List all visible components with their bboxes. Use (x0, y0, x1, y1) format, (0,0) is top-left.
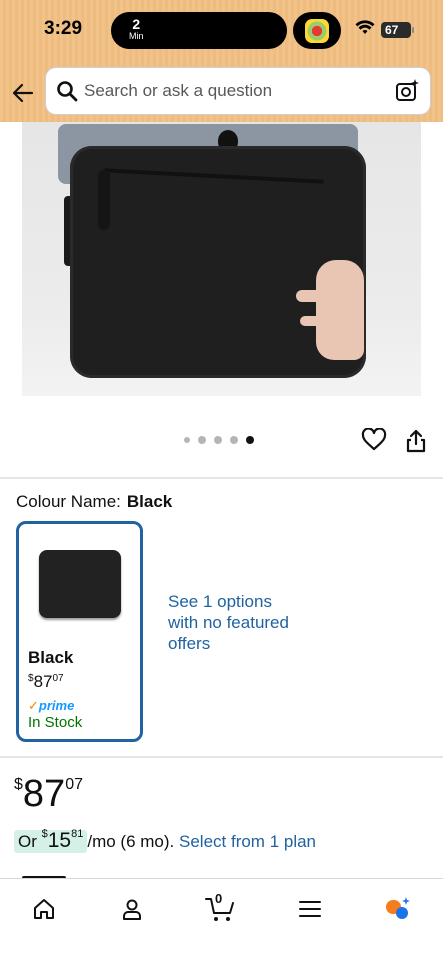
availability: In Stock (28, 714, 83, 731)
prime-check-icon: ✓ (28, 698, 39, 713)
pagination-dot[interactable] (184, 437, 190, 443)
heart-icon[interactable] (361, 428, 387, 452)
colour-selected: Black (126, 492, 173, 511)
account-icon (123, 899, 141, 920)
product-price: $8707 (14, 773, 83, 815)
cart-count: 0 (215, 891, 223, 906)
colour-name-row: Colour Name: Black (16, 492, 172, 512)
bottom-tab-bar: 0 (0, 878, 443, 960)
back-arrow-icon[interactable] (10, 80, 36, 106)
tab-rufus[interactable] (378, 889, 418, 929)
select-plan-link[interactable]: Select from 1 plan (179, 832, 316, 851)
live-activity-icon (293, 12, 341, 49)
image-pagination[interactable] (184, 436, 254, 444)
hand-graphic (296, 260, 364, 360)
pagination-dot-active[interactable] (246, 436, 254, 444)
swatch-name: Black (28, 648, 74, 667)
product-image[interactable] (22, 122, 421, 396)
swatch-price: $8707 (28, 672, 64, 691)
search-bar[interactable] (46, 68, 430, 114)
camera-lens-icon[interactable] (394, 78, 420, 104)
swatch-thumbnail (39, 550, 121, 618)
battery-indicator: 67 (381, 22, 414, 38)
status-time: 3:29 (44, 18, 83, 39)
wifi-icon (355, 20, 375, 34)
divider (0, 477, 443, 479)
timer-unit: Min (129, 31, 144, 41)
see-options-link[interactable]: See 1 options with no featured offers (168, 591, 298, 654)
colour-option-black[interactable]: Black $8707 ✓prime In Stock (16, 521, 143, 742)
tab-menu[interactable] (290, 889, 330, 929)
tab-account[interactable] (112, 889, 152, 929)
prime-badge: ✓prime (28, 698, 75, 713)
installment-amount: Or $1581 (14, 828, 88, 853)
pagination-dot[interactable] (230, 436, 238, 444)
tab-cart[interactable]: 0 (200, 889, 240, 929)
rufus-icon (386, 897, 410, 919)
dynamic-island: 2 Min (111, 12, 287, 49)
installment-row: Or $1581/mo (6 mo). Select from 1 plan (14, 826, 316, 857)
installment-terms: /mo (6 mo). (87, 832, 175, 851)
pagination-dot[interactable] (214, 436, 222, 444)
divider (0, 756, 443, 758)
search-input[interactable] (84, 78, 384, 104)
colour-label: Colour Name: (16, 492, 121, 511)
home-icon (34, 899, 54, 919)
header-bar: 3:29 2 Min 67 (0, 0, 443, 122)
menu-icon (299, 901, 321, 917)
timer-widget: 2 Min (129, 17, 144, 41)
timer-value: 2 (132, 16, 141, 32)
search-icon (57, 81, 78, 102)
pagination-dot[interactable] (198, 436, 206, 444)
tab-home[interactable] (24, 889, 64, 929)
share-icon[interactable] (404, 428, 428, 454)
